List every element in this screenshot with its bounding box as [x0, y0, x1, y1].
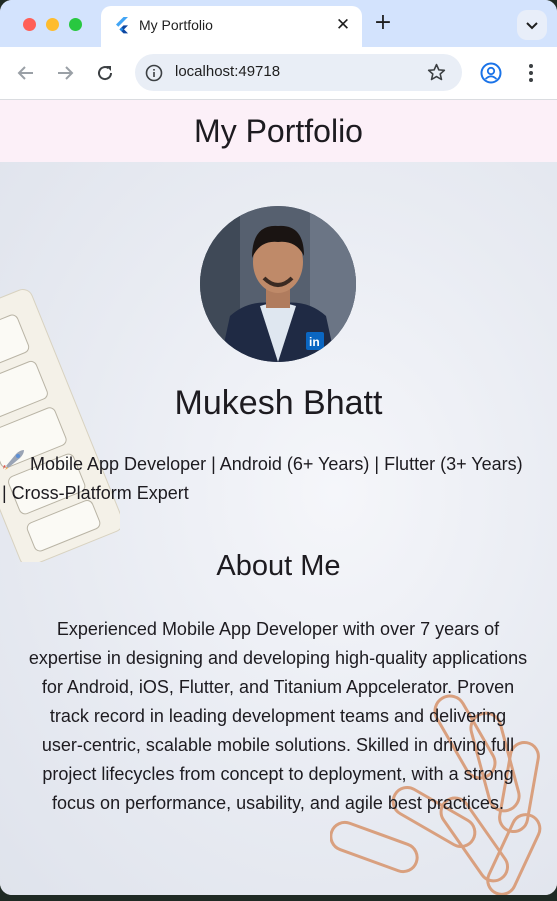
browser-toolbar: localhost:49718 — [0, 47, 557, 100]
tab-title: My Portfolio — [139, 17, 213, 33]
maximize-window-button[interactable] — [69, 18, 82, 31]
arrow-right-icon[interactable] — [53, 61, 77, 85]
arrow-left-icon[interactable] — [14, 61, 38, 85]
about-heading: About Me — [216, 550, 341, 582]
flutter-icon — [116, 17, 128, 34]
tab-strip: My Portfolio ✕ + — [0, 0, 557, 47]
close-window-button[interactable] — [23, 18, 36, 31]
tab-search-button[interactable] — [517, 10, 547, 40]
browser-window: My Portfolio ✕ + localhost:49718 My Port… — [0, 0, 557, 895]
url-text: localhost:49718 — [175, 63, 281, 80]
star-icon[interactable] — [426, 62, 447, 83]
plus-icon[interactable]: + — [371, 12, 395, 36]
avatar: in — [200, 206, 356, 362]
window-shadow — [0, 895, 557, 901]
kebab-menu-icon[interactable] — [522, 62, 540, 84]
info-icon[interactable] — [145, 64, 163, 82]
chevron-down-icon — [526, 22, 538, 30]
tab-my-portfolio[interactable]: My Portfolio ✕ — [101, 6, 362, 47]
portfolio-content[interactable]: in Mukesh Bhatt Mobile App Developer | A… — [0, 162, 557, 895]
profile-name: Mukesh Bhatt — [174, 384, 383, 422]
profile-tagline: Mobile App Developer | Android (6+ Years… — [2, 448, 532, 508]
tagline-text: Mobile App Developer | Android (6+ Years… — [2, 454, 523, 503]
address-bar[interactable]: localhost:49718 — [135, 54, 462, 91]
about-text: Experienced Mobile App Developer with ov… — [28, 619, 528, 813]
rocket-icon — [2, 448, 30, 479]
page-title: My Portfolio — [194, 113, 363, 149]
reload-icon[interactable] — [93, 61, 117, 85]
app-bar: My Portfolio — [0, 100, 557, 162]
close-icon[interactable]: ✕ — [332, 14, 354, 36]
profile-icon[interactable] — [480, 62, 502, 84]
svg-text:in: in — [309, 335, 320, 349]
profile-photo: in — [200, 206, 356, 362]
minimize-window-button[interactable] — [46, 18, 59, 31]
